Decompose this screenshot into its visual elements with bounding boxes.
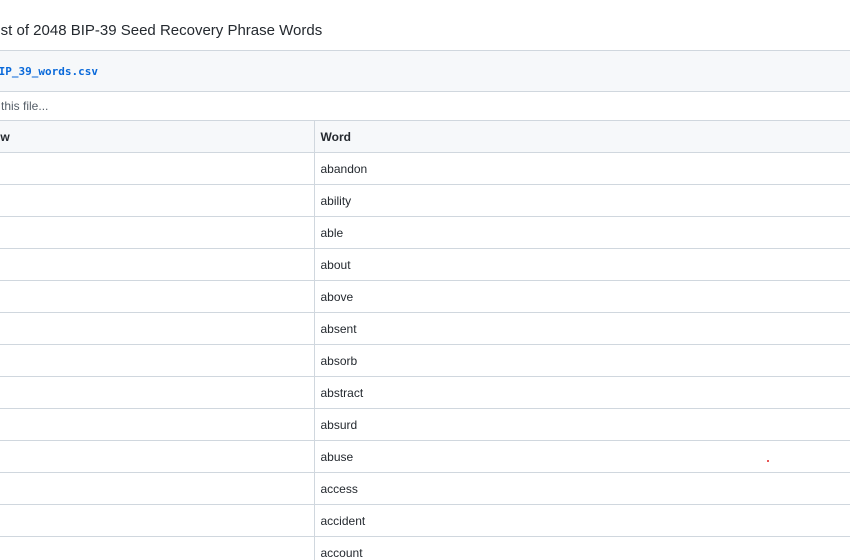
word-cell: accident	[313, 504, 850, 537]
row-number-cell	[0, 344, 314, 377]
file-name-link[interactable]: BIP_39_words.csv	[0, 65, 98, 78]
search-input[interactable]	[0, 99, 591, 113]
table-row: above	[0, 280, 850, 313]
table-row: absurd	[0, 408, 850, 441]
table-row: 2accident	[0, 504, 850, 537]
page: list of 2048 BIP-39 Seed Recovery Phrase…	[0, 0, 850, 560]
word-cell: able	[313, 216, 850, 249]
table-row: about	[0, 248, 850, 281]
word-cell: abandon	[313, 152, 850, 185]
table-row: ability	[0, 184, 850, 217]
table-row: 1access	[0, 472, 850, 505]
word-cell: abuse	[313, 440, 850, 473]
row-number-cell	[0, 376, 314, 409]
search-row	[0, 92, 850, 121]
file-header: BIP_39_words.csv	[0, 51, 850, 92]
row-number-cell: 3	[0, 536, 314, 560]
table-body: abandon ability able about above absent absorb…	[0, 152, 850, 560]
table-row: 3account	[0, 536, 850, 560]
column-header-row[interactable]: ow	[0, 121, 314, 153]
table-row: absorb	[0, 344, 850, 377]
table-header-row: ow Word	[0, 121, 850, 153]
row-number-cell	[0, 312, 314, 345]
word-cell: absent	[313, 312, 850, 345]
row-number-cell: 0	[0, 440, 314, 473]
table-row: able	[0, 216, 850, 249]
row-number-cell: 2	[0, 504, 314, 537]
column-header-word[interactable]: Word	[313, 121, 850, 153]
table-row: absent	[0, 312, 850, 345]
csv-file-box: BIP_39_words.csv ow Word abandonabilitya…	[0, 50, 850, 560]
row-number-cell	[0, 152, 314, 185]
row-number-cell	[0, 184, 314, 217]
word-cell: absurd	[313, 408, 850, 441]
word-cell: above	[313, 280, 850, 313]
word-cell: access	[313, 472, 850, 505]
word-cell: absorb	[313, 344, 850, 377]
word-cell: about	[313, 248, 850, 281]
table-row: 0abuse	[0, 440, 850, 473]
row-number-cell	[0, 216, 314, 249]
word-cell: account	[313, 536, 850, 560]
row-number-cell: 1	[0, 472, 314, 505]
page-title: list of 2048 BIP-39 Seed Recovery Phrase…	[0, 22, 323, 39]
red-dot-marker	[767, 460, 769, 462]
word-cell: abstract	[313, 376, 850, 409]
table-row: abandon	[0, 152, 850, 185]
csv-table: ow Word abandonabilityableaboutaboveabse…	[0, 121, 850, 560]
table-row: abstract	[0, 376, 850, 409]
row-number-cell	[0, 280, 314, 313]
row-number-cell	[0, 408, 314, 441]
word-cell: ability	[313, 184, 850, 217]
row-number-cell	[0, 248, 314, 281]
